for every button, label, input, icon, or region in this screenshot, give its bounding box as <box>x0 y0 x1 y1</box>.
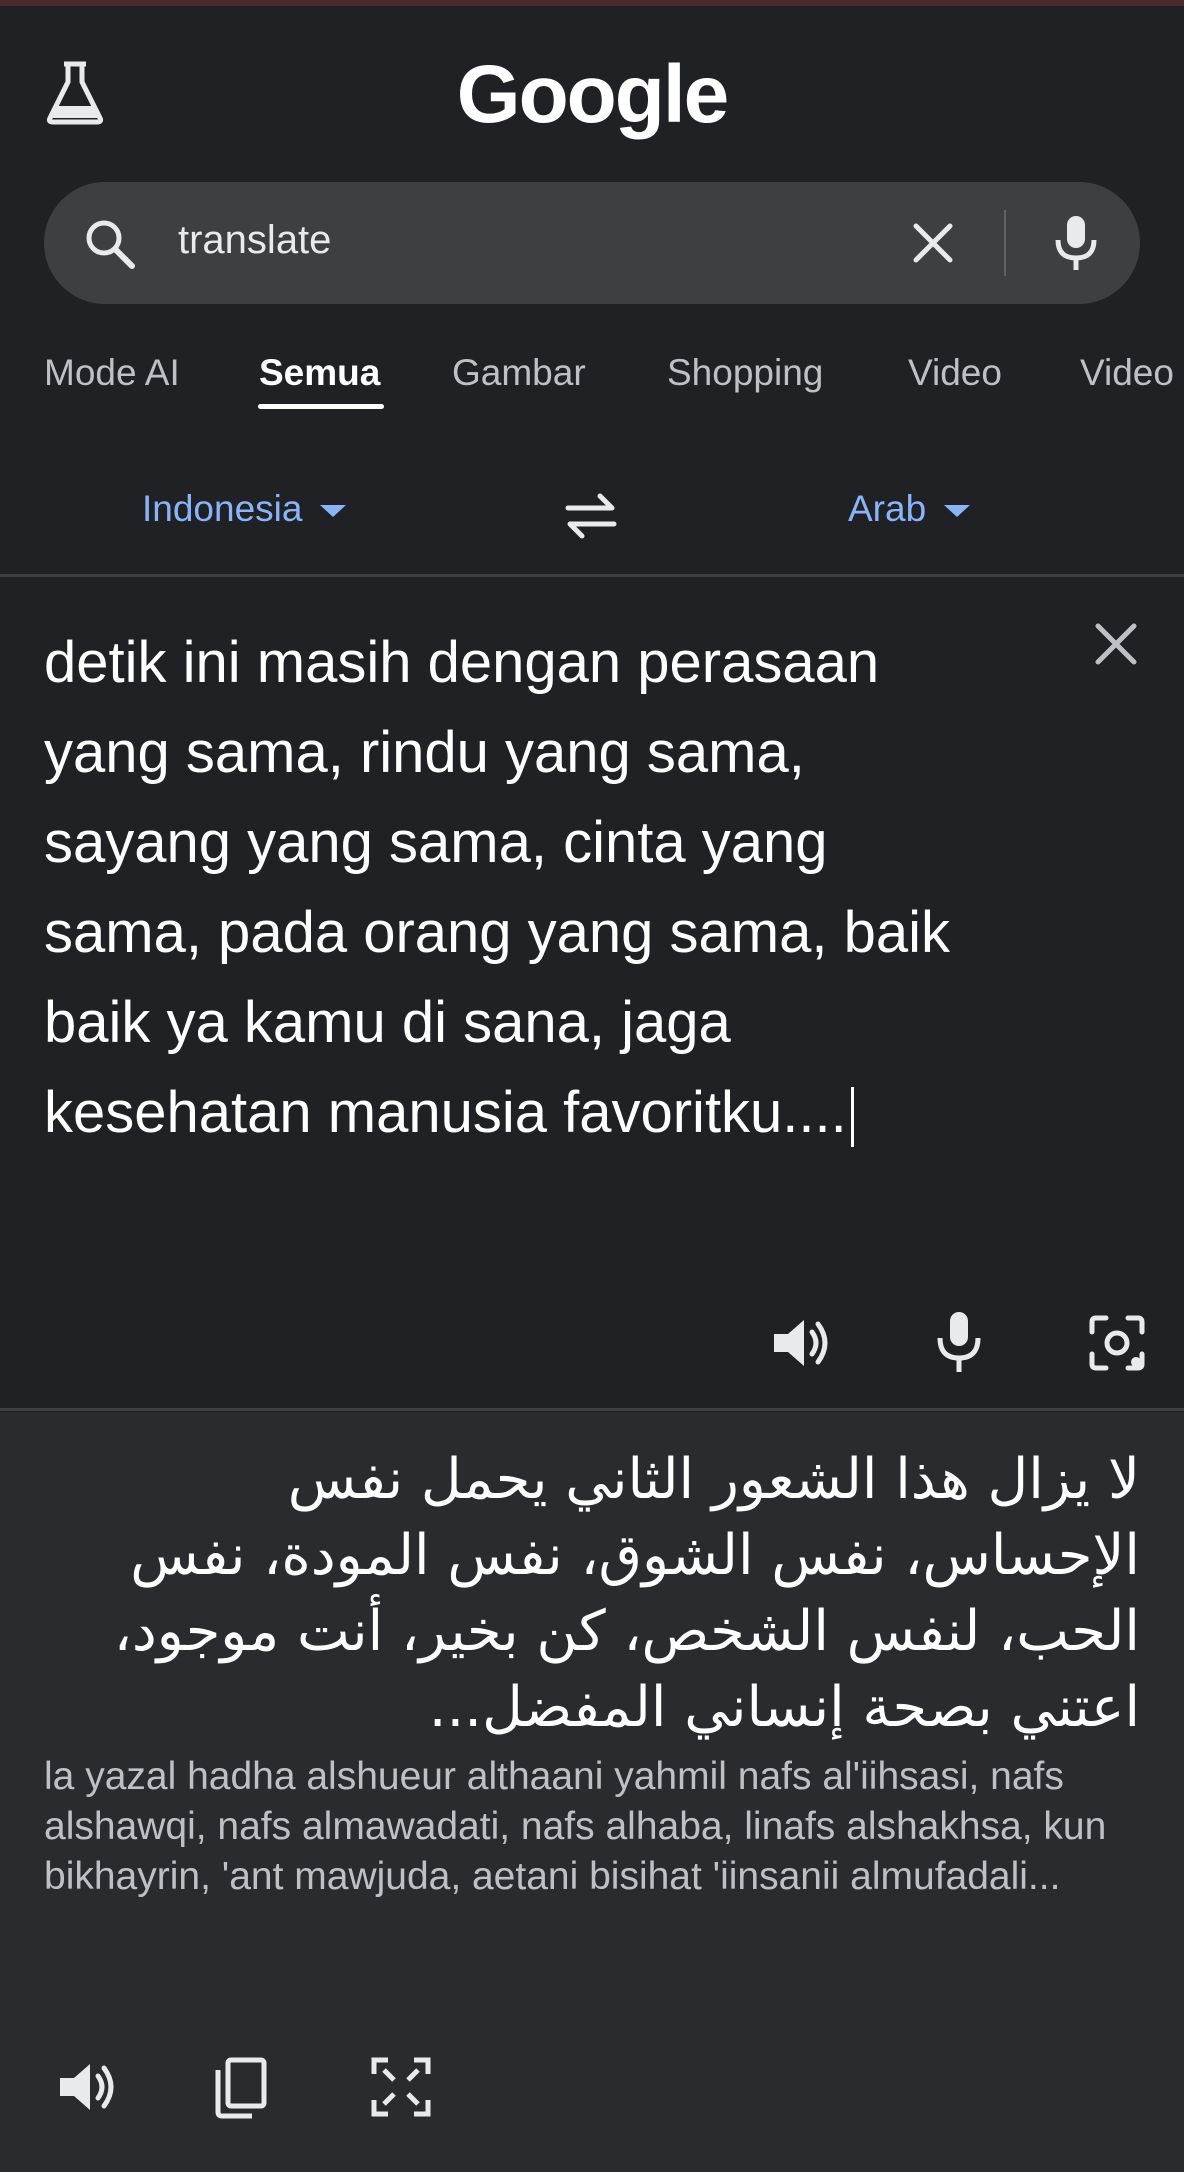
google-logo[interactable]: Google <box>0 48 1184 142</box>
speaker-icon[interactable] <box>766 1308 836 1378</box>
tab-video-2[interactable]: Video <box>1080 352 1174 394</box>
clear-icon[interactable] <box>910 220 956 266</box>
divider <box>0 574 1184 577</box>
mic-icon[interactable] <box>924 1308 994 1378</box>
fullscreen-icon[interactable] <box>366 2052 436 2122</box>
tab-gambar[interactable]: Gambar <box>452 352 586 394</box>
search-icon[interactable] <box>82 216 138 272</box>
translation-panel: لا يزال هذا الشعور الثاني يحمل نفس الإحس… <box>0 1412 1184 2172</box>
tab-video[interactable]: Video <box>908 352 1002 394</box>
caret-down-icon <box>320 505 347 518</box>
source-text-input[interactable]: detik ini masih dengan perasaan yang sam… <box>44 618 984 1158</box>
tab-mode-ai[interactable]: Mode AI <box>44 352 180 394</box>
active-tab-indicator <box>258 404 384 409</box>
caret-down-icon <box>944 505 971 518</box>
swap-icon[interactable] <box>562 490 620 540</box>
source-panel: detik ini masih dengan perasaan yang sam… <box>0 578 1184 1408</box>
source-toolbar <box>0 1308 1184 1388</box>
copy-icon[interactable] <box>206 2052 276 2122</box>
target-language-label: Arab <box>848 488 927 529</box>
search-bar[interactable]: translate <box>44 182 1140 304</box>
speaker-icon[interactable] <box>52 2052 122 2122</box>
divider <box>0 1408 1184 1411</box>
language-bar: Indonesia Arab <box>0 470 1184 560</box>
search-tabs: Mode AI Semua Gambar Shopping Video Vide… <box>0 340 1184 410</box>
search-input[interactable]: translate <box>178 218 331 263</box>
clear-icon[interactable] <box>1090 618 1142 670</box>
target-language-select[interactable]: Arab <box>848 488 971 530</box>
tab-shopping[interactable]: Shopping <box>667 352 823 394</box>
transliteration-text: la yazal hadha alshueur althaani yahmil … <box>44 1755 1107 1898</box>
tab-semua[interactable]: Semua <box>259 352 380 394</box>
mic-icon[interactable] <box>1048 212 1104 274</box>
translation-text: لا يزال هذا الشعور الثاني يحمل نفس الإحس… <box>113 1447 1140 1740</box>
translation-toolbar <box>0 2052 1184 2132</box>
source-language-label: Indonesia <box>142 488 303 529</box>
source-language-select[interactable]: Indonesia <box>142 488 347 530</box>
search-divider <box>1004 210 1006 276</box>
text-cursor <box>850 1086 854 1147</box>
camera-lens-icon[interactable] <box>1082 1308 1152 1378</box>
header: Google <box>0 6 1184 180</box>
source-text: detik ini masih dengan perasaan yang sam… <box>44 630 950 1145</box>
